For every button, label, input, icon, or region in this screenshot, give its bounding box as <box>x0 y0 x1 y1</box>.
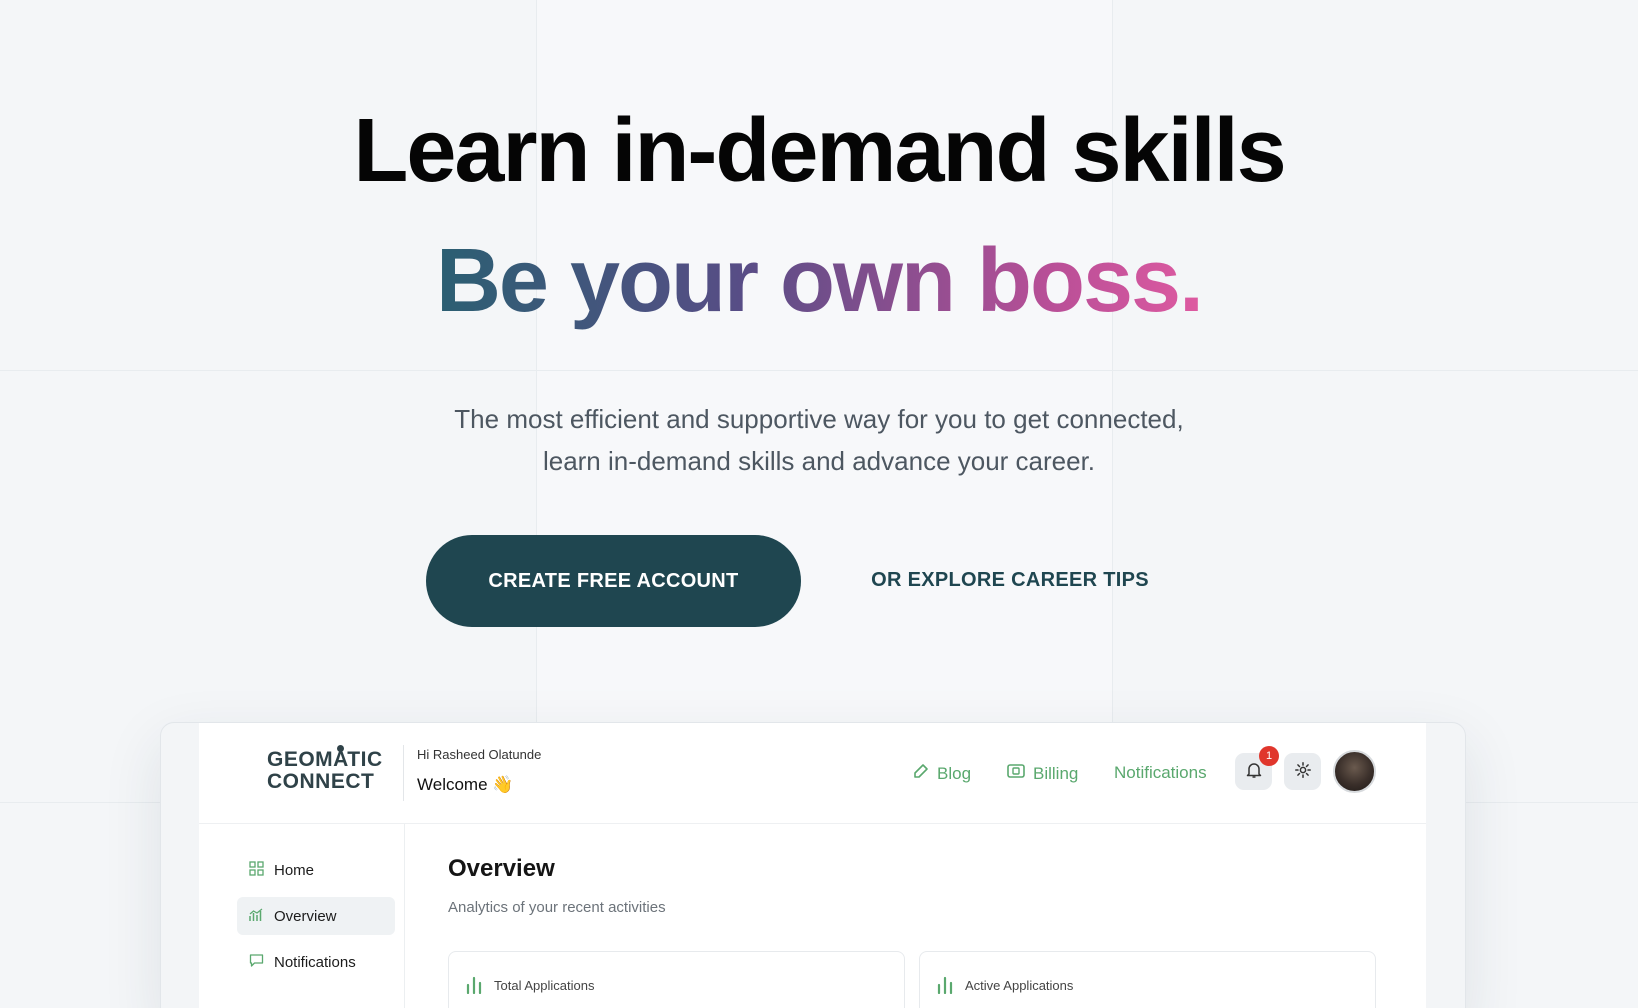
sidebar-item-home[interactable]: Home <box>237 851 395 889</box>
nav-notifications-label: Notifications <box>1114 763 1207 782</box>
bar-chart-icon <box>466 976 482 999</box>
sidebar-item-label: Overview <box>274 907 337 925</box>
sidebar-item-overview[interactable]: Overview <box>237 897 395 935</box>
stat-card-label: Total Applications <box>494 978 595 993</box>
app-header: GEOMATIC CONNECT Hi Rasheed Olatunde Wel… <box>199 723 1426 824</box>
hero-lead-line2: learn in-demand skills and advance your … <box>542 446 1096 476</box>
hero-subheadline: Be your own boss. <box>0 230 1638 333</box>
nav-billing-label: Billing <box>1033 763 1079 783</box>
pencil-icon <box>913 763 929 784</box>
gear-icon <box>1294 761 1312 782</box>
page-title: Overview <box>448 855 555 882</box>
stat-card-active-applications: Active Applications <box>919 951 1376 1008</box>
welcome-text: Welcome 👋 <box>417 775 514 794</box>
app-preview: GEOMATIC CONNECT Hi Rasheed Olatunde Wel… <box>199 723 1426 1008</box>
logo-dot <box>337 745 344 752</box>
sidebar-item-notifications[interactable]: Notifications <box>237 943 395 981</box>
nav-blog-label: Blog <box>937 763 972 783</box>
user-greeting: Hi Rasheed Olatunde <box>417 747 542 762</box>
nav-billing-link[interactable]: Billing <box>1007 763 1078 784</box>
hero-lead-line1: The most efficient and supportive way fo… <box>454 404 1184 434</box>
grid-icon <box>249 860 264 880</box>
sidebar-item-label: Home <box>274 861 315 879</box>
create-free-account-button[interactable]: CREATE FREE ACCOUNT <box>426 535 801 627</box>
settings-button[interactable] <box>1284 753 1321 790</box>
geomatic-connect-logo[interactable]: GEOMATIC CONNECT <box>267 745 383 799</box>
notification-count-badge: 1 <box>1259 746 1279 766</box>
logo-line1: GEOMATIC <box>267 748 383 771</box>
stat-card-label: Active Applications <box>965 978 1074 993</box>
chart-icon <box>249 907 264 926</box>
user-avatar[interactable] <box>1333 750 1376 793</box>
bell-icon <box>1245 761 1263 782</box>
background-grid-line <box>0 370 1638 371</box>
nav-notifications-link[interactable]: Notifications <box>1114 763 1207 783</box>
logo-line2: CONNECT <box>267 770 375 793</box>
hero-lead: The most efficient and supportive way fo… <box>369 398 1269 482</box>
hero-headline: Learn in-demand skills <box>353 101 1286 201</box>
hero-subheadline-text: Be your own boss. <box>435 231 1204 331</box>
nav-blog-link[interactable]: Blog <box>913 763 971 784</box>
stat-card-total-applications: Total Applications <box>448 951 905 1008</box>
header-divider <box>403 745 404 801</box>
page-subtitle: Analytics of your recent activities <box>448 899 666 916</box>
billing-icon <box>1007 763 1025 784</box>
explore-career-tips-link[interactable]: OR EXPLORE CAREER TIPS <box>860 560 1160 600</box>
bar-chart-icon <box>937 976 953 999</box>
message-icon <box>249 953 264 972</box>
sidebar: Home Overview Notifications <box>199 824 405 1008</box>
sidebar-item-label: Notifications <box>274 953 356 971</box>
